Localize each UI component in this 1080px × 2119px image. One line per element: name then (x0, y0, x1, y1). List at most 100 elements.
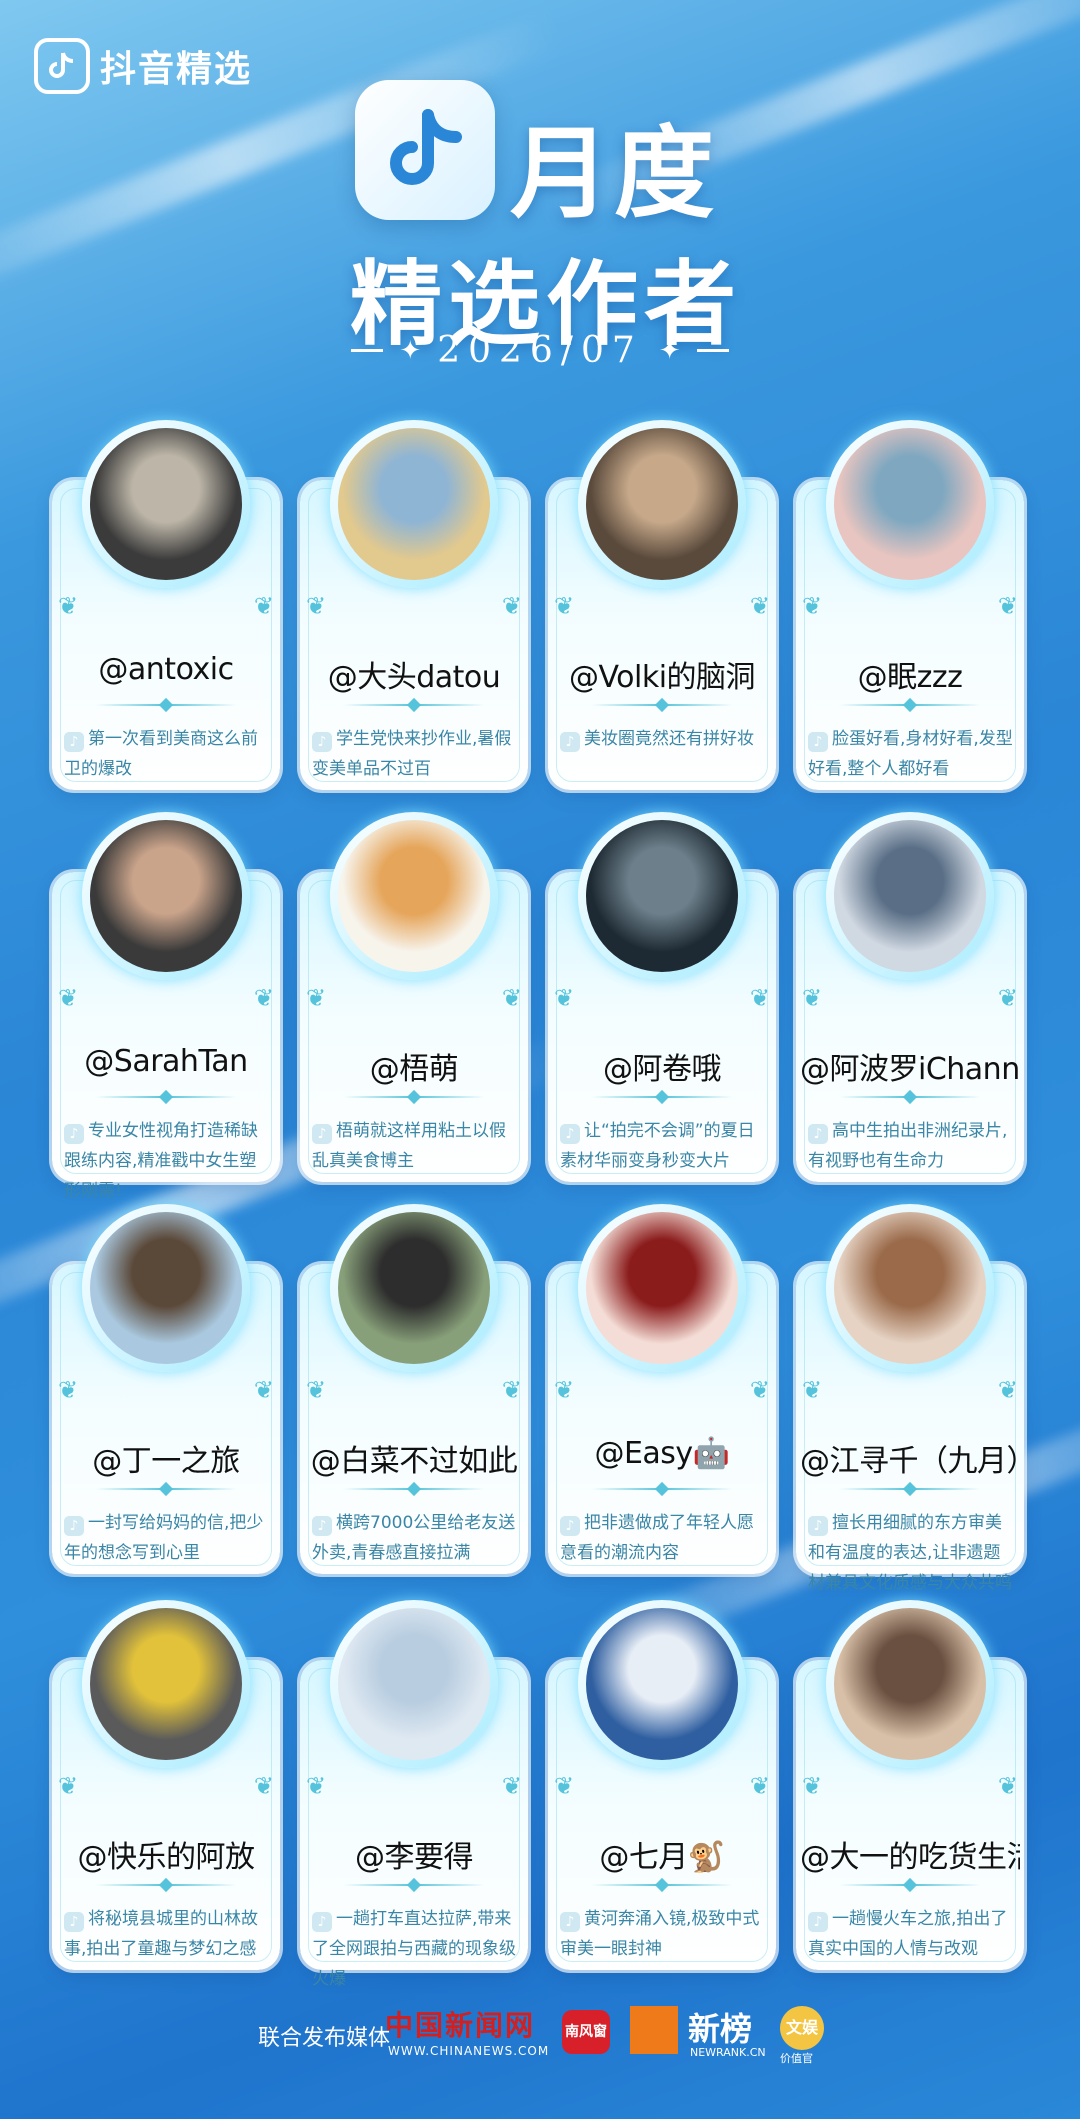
laurel-left-icon: ❦ (802, 592, 823, 620)
creator-description-text: 把非遗做成了年轻人愿意看的潮流内容 (560, 1513, 754, 1563)
avatar-ring (82, 1204, 250, 1372)
creator-description: ♪ 一趟慢火车之旅,拍出了真实中国的人情与改观 (808, 1904, 1014, 1964)
laurel-right-icon: ❦ (501, 984, 522, 1012)
creator-avatar[interactable] (338, 1212, 490, 1364)
newrank-url: NEWRANK.CN (690, 2046, 766, 2059)
creator-avatar[interactable] (586, 428, 738, 580)
card-divider (344, 1877, 484, 1893)
creator-description-text: 一封写给妈妈的信,把少年的想念写到心里 (64, 1513, 264, 1563)
card-divider (592, 1481, 732, 1497)
creator-description-text: 高中生拍出非洲纪录片,有视野也有生命力 (808, 1121, 1008, 1171)
creator-card[interactable]: ❦ ❦ @梧萌 ♪ 梧萌就这样用粘土以假乱真美食博主 (300, 812, 528, 1182)
creator-avatar[interactable] (338, 820, 490, 972)
creator-avatar[interactable] (338, 428, 490, 580)
wenyu-subtitle: 价值官 (780, 2052, 813, 2065)
avatar-ring (82, 812, 250, 980)
card-divider (592, 697, 732, 713)
douyin-small-icon: ♪ (312, 732, 332, 752)
card-divider (840, 1481, 980, 1497)
creator-card[interactable]: ❦ ❦ @李要得 ♪ 一趟打车直达拉萨,带来了全网跟拍与西藏的现象级火爆 (300, 1600, 528, 1989)
laurel-right-icon: ❦ (749, 1772, 770, 1800)
creator-description: ♪ 脸蛋好看,身材好看,发型好看,整个人都好看 (808, 724, 1014, 784)
creator-card[interactable]: ❦ ❦ @七月🐒 ♪ 黄河奔涌入镜,极致中式审美一眼封神 (548, 1600, 776, 1970)
creator-name: @阿波罗iChannel (800, 1052, 1020, 1087)
creator-card[interactable]: ❦ ❦ @白菜不过如此 ♪ 横跨7000公里给老友送外卖,青春感直接拉满 (300, 1204, 528, 1574)
card-divider (96, 697, 236, 713)
creator-description-text: 让“拍完不会调”的夏日素材华丽变身秒变大片 (560, 1121, 755, 1171)
creator-card[interactable]: ❦ ❦ @眠zzz ♪ 脸蛋好看,身材好看,发型好看,整个人都好看 (796, 420, 1024, 790)
creator-card[interactable]: ❦ ❦ @大头datou ♪ 学生党快来抄作业,暑假变美单品不过百 (300, 420, 528, 790)
wenyu-logo: 文娱 (780, 2006, 824, 2050)
creator-card[interactable]: ❦ ❦ @阿卷哦 ♪ 让“拍完不会调”的夏日素材华丽变身秒变大片 (548, 812, 776, 1182)
southnews-logo: 南风窗 (562, 2010, 610, 2054)
avatar-ring (826, 1204, 994, 1372)
laurel-right-icon: ❦ (997, 984, 1018, 1012)
footer: 联合发布媒体 中国新闻网 WWW.CHINANEWS.COM 南风窗 新榜 NE… (0, 1996, 1080, 2076)
creator-avatar[interactable] (338, 1608, 490, 1760)
creator-description: ♪ 一封写给妈妈的信,把少年的想念写到心里 (64, 1508, 270, 1568)
creator-card[interactable]: ❦ ❦ @Easy🤖 ♪ 把非遗做成了年轻人愿意看的潮流内容 (548, 1204, 776, 1574)
card-divider (344, 697, 484, 713)
creator-card[interactable]: ❦ ❦ @SarahTan ♪ 专业女性视角打造稀缺跟练内容,精准戳中女生塑形刚需! (52, 812, 280, 1201)
creator-avatar[interactable] (834, 1608, 986, 1760)
creator-description-text: 黄河奔涌入镜,极致中式审美一眼封神 (560, 1909, 760, 1959)
laurel-right-icon: ❦ (253, 984, 274, 1012)
laurel-left-icon: ❦ (306, 1376, 327, 1404)
creator-avatar[interactable] (586, 1608, 738, 1760)
douyin-small-icon: ♪ (808, 732, 828, 752)
creator-card[interactable]: ❦ ❦ @丁一之旅 ♪ 一封写给妈妈的信,把少年的想念写到心里 (52, 1204, 280, 1574)
creator-description-text: 专业女性视角打造稀缺跟练内容,精准戳中女生塑形刚需! (64, 1121, 258, 1201)
laurel-left-icon: ❦ (58, 984, 79, 1012)
creator-description-text: 脸蛋好看,身材好看,发型好看,整个人都好看 (808, 729, 1013, 779)
creator-description-text: 一趟打车直达拉萨,带来了全网跟拍与西藏的现象级火爆 (312, 1909, 516, 1989)
douyin-small-icon: ♪ (64, 1124, 84, 1144)
laurel-left-icon: ❦ (802, 1772, 823, 1800)
creator-description: ♪ 梧萌就这样用粘土以假乱真美食博主 (312, 1116, 518, 1176)
creator-avatar[interactable] (90, 820, 242, 972)
douyin-small-icon: ♪ (64, 1912, 84, 1932)
creator-description-text: 横跨7000公里给老友送外卖,青春感直接拉满 (312, 1513, 516, 1563)
avatar-ring (82, 420, 250, 588)
creator-avatar[interactable] (834, 428, 986, 580)
creator-card[interactable]: ❦ ❦ @江寻千（九月） ♪ 擅长用细腻的东方审美和有温度的表达,让非遗题材兼具文化质感… (796, 1204, 1024, 1593)
creator-avatar[interactable] (586, 1212, 738, 1364)
card-divider (96, 1089, 236, 1105)
avatar-ring (330, 1204, 498, 1372)
card-divider (840, 1089, 980, 1105)
creator-avatar[interactable] (586, 820, 738, 972)
laurel-right-icon: ❦ (997, 592, 1018, 620)
creator-description-text: 梧萌就这样用粘土以假乱真美食博主 (312, 1121, 506, 1171)
card-divider (840, 1877, 980, 1893)
douyin-small-icon: ♪ (312, 1124, 332, 1144)
douyin-small-icon: ♪ (560, 1516, 580, 1536)
creator-description: ♪ 横跨7000公里给老友送外卖,青春感直接拉满 (312, 1508, 518, 1568)
laurel-left-icon: ❦ (58, 592, 79, 620)
creator-card[interactable]: ❦ ❦ @快乐的阿放 ♪ 将秘境县城里的山林故事,拍出了童趣与梦幻之感 (52, 1600, 280, 1970)
laurel-left-icon: ❦ (554, 1772, 575, 1800)
creator-description: ♪ 高中生拍出非洲纪录片,有视野也有生命力 (808, 1116, 1014, 1176)
creator-description: ♪ 把非遗做成了年轻人愿意看的潮流内容 (560, 1508, 766, 1568)
creator-avatar[interactable] (90, 428, 242, 580)
creator-card[interactable]: ❦ ❦ @阿波罗iChannel ♪高中生拍出非洲纪录片,有视野也有生命力 (796, 812, 1024, 1182)
creator-avatar[interactable] (90, 1212, 242, 1364)
creator-avatar[interactable] (90, 1608, 242, 1760)
card-divider (344, 1481, 484, 1497)
creator-avatar[interactable] (834, 1212, 986, 1364)
laurel-right-icon: ❦ (749, 984, 770, 1012)
laurel-right-icon: ❦ (501, 592, 522, 620)
douyin-note-icon (34, 38, 90, 94)
creator-card[interactable]: ❦ ❦ @大一的吃货生活 ♪ 一趟慢火车之旅,拍出了真实中国的人情与改观 (796, 1600, 1024, 1970)
card-divider (344, 1089, 484, 1105)
creator-name: @李要得 (355, 1840, 474, 1875)
creator-description: ♪ 专业女性视角打造稀缺跟练内容,精准戳中女生塑形刚需! (64, 1116, 270, 1206)
divider-line (351, 349, 384, 352)
brand: 抖音精选 (34, 38, 252, 94)
creator-card[interactable]: ❦ ❦ @Volki的脑洞 ♪ 美妆圈竟然还有拼好妆 (548, 420, 776, 790)
creator-card[interactable]: ❦ ❦ @antoxic ♪ 第一次看到美商这么前卫的爆改 (52, 420, 280, 790)
divider-line (696, 349, 729, 352)
laurel-right-icon: ❦ (749, 592, 770, 620)
chinanews-logo: 中国新闻网 (385, 2009, 536, 2042)
douyin-small-icon: ♪ (312, 1516, 332, 1536)
creator-description: ♪ 学生党快来抄作业,暑假变美单品不过百 (312, 724, 518, 784)
creator-avatar[interactable] (834, 820, 986, 972)
